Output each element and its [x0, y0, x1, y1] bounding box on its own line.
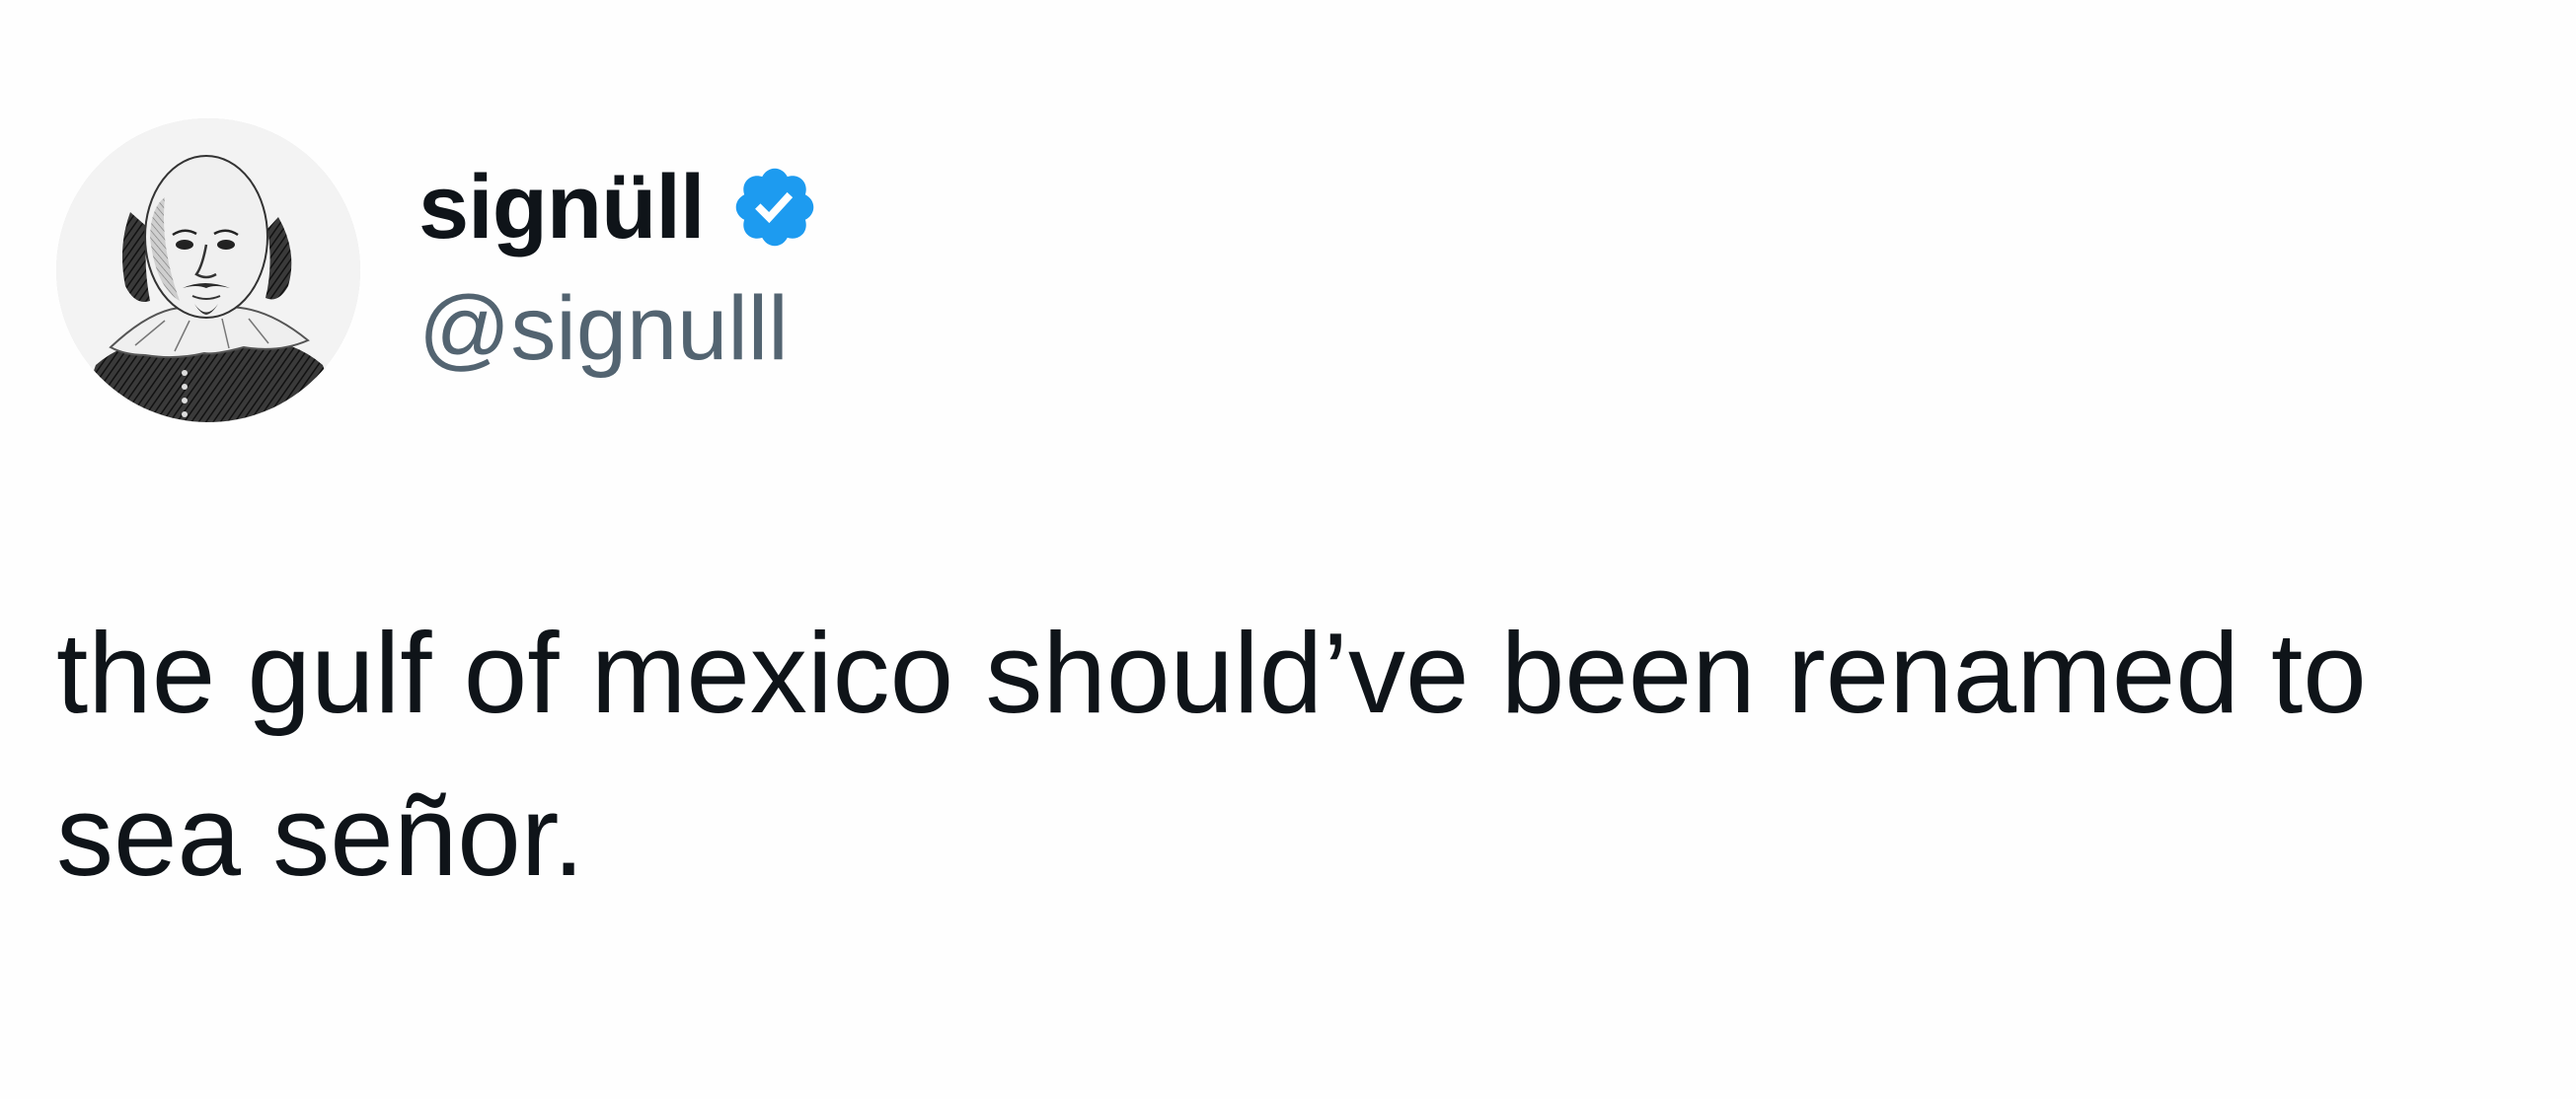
author-display-name[interactable]: signüll — [418, 162, 705, 253]
author-name-row: signüll — [418, 148, 820, 266]
tweet-text: the gulf of mexico should’ve been rename… — [56, 609, 2367, 900]
verified-badge-icon[interactable] — [729, 162, 820, 253]
tweet-card: signüll @signulll the gulf of mexico sho… — [0, 0, 2576, 1099]
avatar[interactable] — [56, 118, 360, 422]
author-handle[interactable]: @signulll — [418, 281, 789, 377]
portrait-illustration — [56, 118, 360, 422]
